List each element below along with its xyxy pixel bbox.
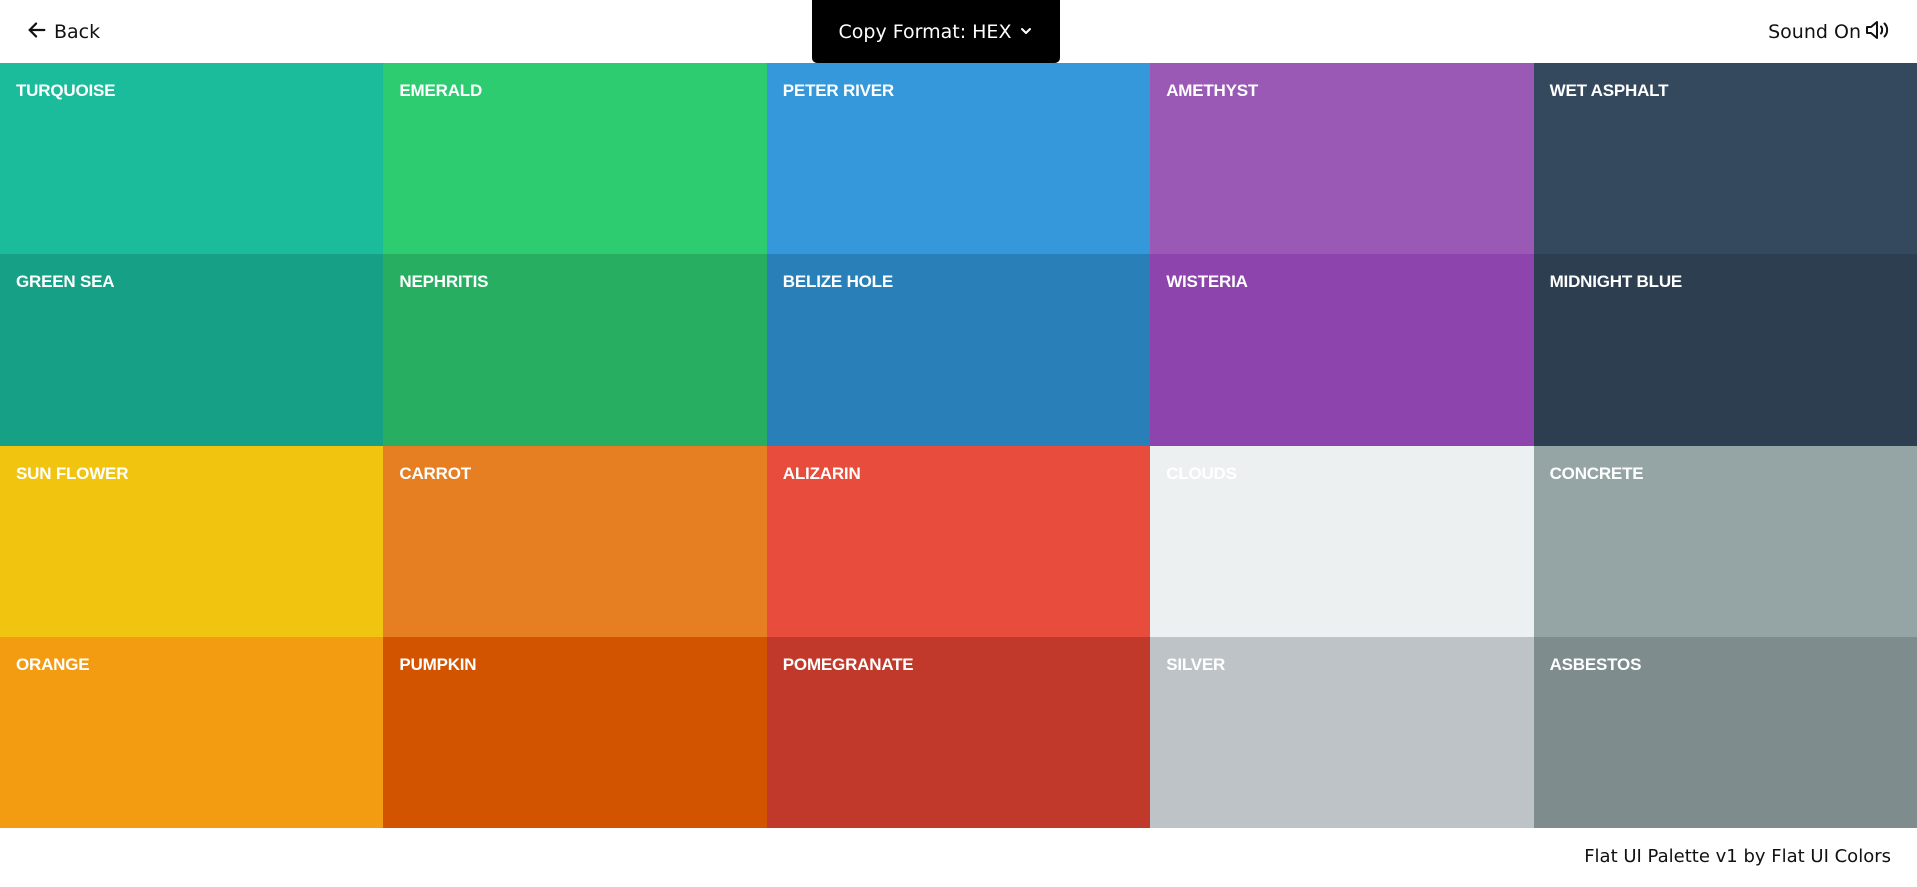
back-button[interactable]: Back: [26, 17, 100, 47]
swatch-name: POMEGRANATE: [782, 654, 914, 674]
swatch-name: PUMPKIN: [399, 654, 477, 674]
swatch-name: AMETHYST: [1166, 81, 1259, 100]
arrow-left-icon: [26, 19, 48, 46]
swatch-name: CONCRETE: [1549, 463, 1644, 483]
color-swatch[interactable]: EMERALD: [383, 63, 767, 255]
chevron-down-icon: [1019, 21, 1033, 43]
color-swatch[interactable]: PUMPKIN: [383, 636, 767, 828]
swatch-name: PETER RIVER: [782, 81, 894, 100]
swatch-name: SILVER: [1166, 654, 1226, 674]
sound-toggle[interactable]: Sound On: [1768, 17, 1891, 47]
color-swatch[interactable]: WET ASPHALT: [1533, 63, 1917, 255]
color-swatch[interactable]: ALIZARIN: [766, 445, 1151, 637]
swatch-name: CARROT: [399, 463, 471, 483]
color-swatch[interactable]: MIDNIGHT BLUE: [1533, 254, 1917, 446]
top-bar: Back Copy Format: HEX Sound On: [0, 0, 1917, 63]
color-swatch[interactable]: PETER RIVER: [766, 63, 1151, 255]
color-swatch[interactable]: ORANGE: [0, 636, 384, 828]
swatch-name: ALIZARIN: [782, 463, 861, 483]
speaker-icon: [1865, 18, 1891, 47]
swatch-name: BELIZE HOLE: [782, 272, 893, 292]
color-swatch[interactable]: CONCRETE: [1533, 445, 1917, 637]
color-swatch[interactable]: CLOUDS: [1150, 445, 1534, 637]
color-swatch[interactable]: SUN FLOWER: [0, 445, 384, 637]
color-swatch[interactable]: TURQUOISE: [0, 63, 384, 255]
copy-format-dropdown[interactable]: Copy Format: HEX: [812, 0, 1060, 63]
swatch-name: GREEN SEA: [16, 272, 115, 292]
swatch-name: WISTERIA: [1166, 272, 1248, 292]
copy-format-label: Copy Format: HEX: [838, 20, 1012, 43]
footer-credit: Flat UI Palette v1 by Flat UI Colors: [1584, 846, 1891, 867]
swatch-name: TURQUOISE: [16, 81, 116, 100]
color-palette-grid: TURQUOISE EMERALD PETER RIVER AMETHYST WET A…: [0, 63, 1917, 828]
color-swatch[interactable]: CARROT: [383, 445, 767, 637]
swatch-name: NEPHRITIS: [399, 272, 489, 292]
sound-label: Sound On: [1768, 21, 1861, 43]
color-swatch[interactable]: ASBESTOS: [1533, 636, 1917, 828]
swatch-name: SUN FLOWER: [16, 463, 129, 483]
swatch-name: ASBESTOS: [1549, 654, 1642, 674]
color-swatch[interactable]: POMEGRANATE: [766, 636, 1151, 828]
swatch-name: EMERALD: [399, 81, 483, 100]
swatch-name: CLOUDS: [1166, 463, 1237, 483]
color-swatch[interactable]: BELIZE HOLE: [766, 254, 1151, 446]
color-swatch[interactable]: NEPHRITIS: [383, 254, 767, 446]
swatch-name: WET ASPHALT: [1549, 81, 1669, 100]
swatch-name: ORANGE: [16, 654, 90, 674]
color-swatch[interactable]: GREEN SEA: [0, 254, 384, 446]
swatch-name: MIDNIGHT BLUE: [1549, 272, 1683, 292]
color-swatch[interactable]: SILVER: [1150, 636, 1534, 828]
color-swatch[interactable]: AMETHYST: [1150, 63, 1534, 255]
back-label: Back: [54, 21, 101, 43]
color-swatch[interactable]: WISTERIA: [1150, 254, 1534, 446]
